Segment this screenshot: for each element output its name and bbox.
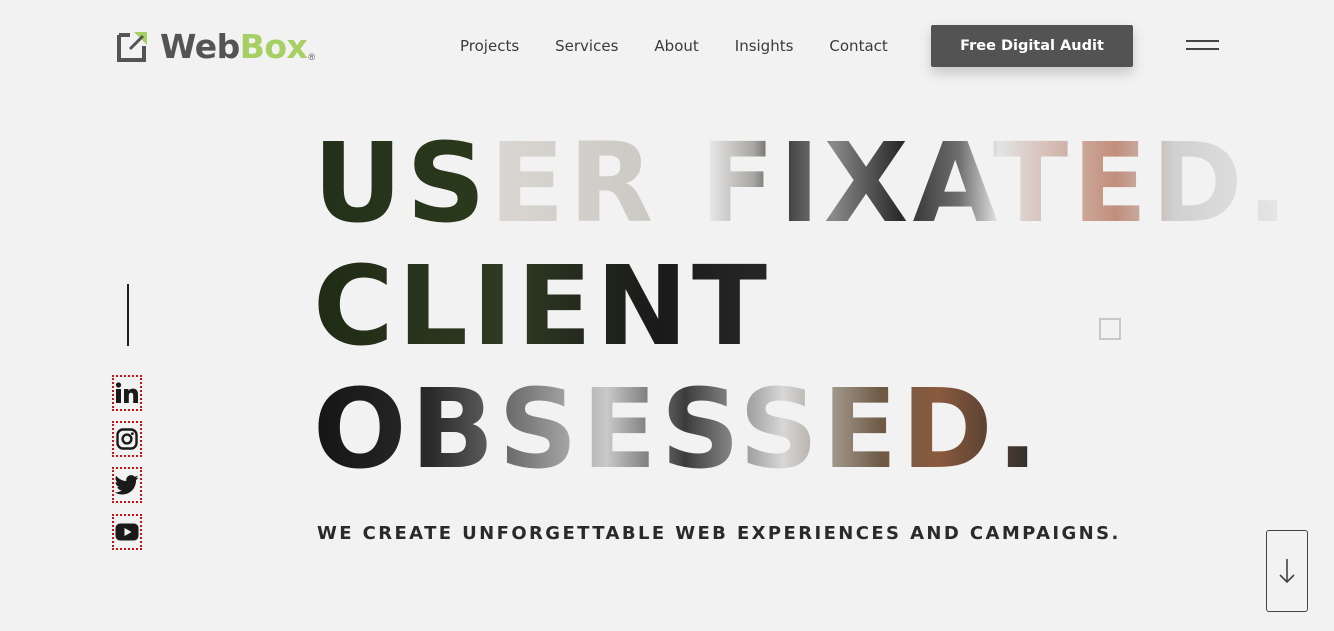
instagram-icon	[116, 428, 138, 450]
hamburger-line	[1186, 48, 1219, 50]
hamburger-line	[1186, 40, 1219, 42]
twitter-icon	[115, 475, 139, 495]
linkedin-icon	[115, 382, 138, 403]
hero-tagline: WE CREATE UNFORGETTABLE WEB EXPERIENCES …	[317, 523, 1121, 544]
logo-word-web: Web	[160, 26, 240, 66]
logo-link[interactable]: WebBox ®	[116, 28, 315, 64]
logo-word-box: Box	[239, 26, 308, 66]
logo-icon	[117, 32, 147, 62]
hero-heading: USER FIXATED. CLIENT OBSESSED.	[313, 122, 1292, 491]
nav-link-projects[interactable]: Projects	[460, 36, 519, 56]
hero-line-2: CLIENT	[313, 245, 1292, 368]
arrow-down-icon	[1279, 559, 1295, 584]
logo-wordmark: WebBox	[160, 26, 308, 66]
scroll-down-button[interactable]	[1266, 530, 1308, 612]
linkedin-link[interactable]	[112, 375, 142, 411]
hamburger-icon[interactable]	[1186, 38, 1219, 54]
instagram-link[interactable]	[112, 421, 142, 457]
twitter-link[interactable]	[112, 467, 142, 503]
youtube-link[interactable]	[112, 514, 142, 550]
free-digital-audit-button[interactable]: Free Digital Audit	[931, 25, 1133, 67]
nav-link-contact[interactable]: Contact	[829, 36, 887, 56]
hero-line-3: OBSESSED.	[313, 368, 1292, 491]
nav-link-about[interactable]: About	[654, 36, 698, 56]
registered-mark: ®	[308, 52, 315, 62]
main-nav: Projects Services About Insights Contact	[460, 36, 924, 56]
side-divider	[127, 284, 129, 346]
nav-link-insights[interactable]: Insights	[735, 36, 794, 56]
youtube-icon	[115, 523, 139, 541]
hero-line-1: USER FIXATED.	[313, 119, 1293, 247]
decorative-square	[1099, 318, 1121, 340]
nav-link-services[interactable]: Services	[555, 36, 618, 56]
